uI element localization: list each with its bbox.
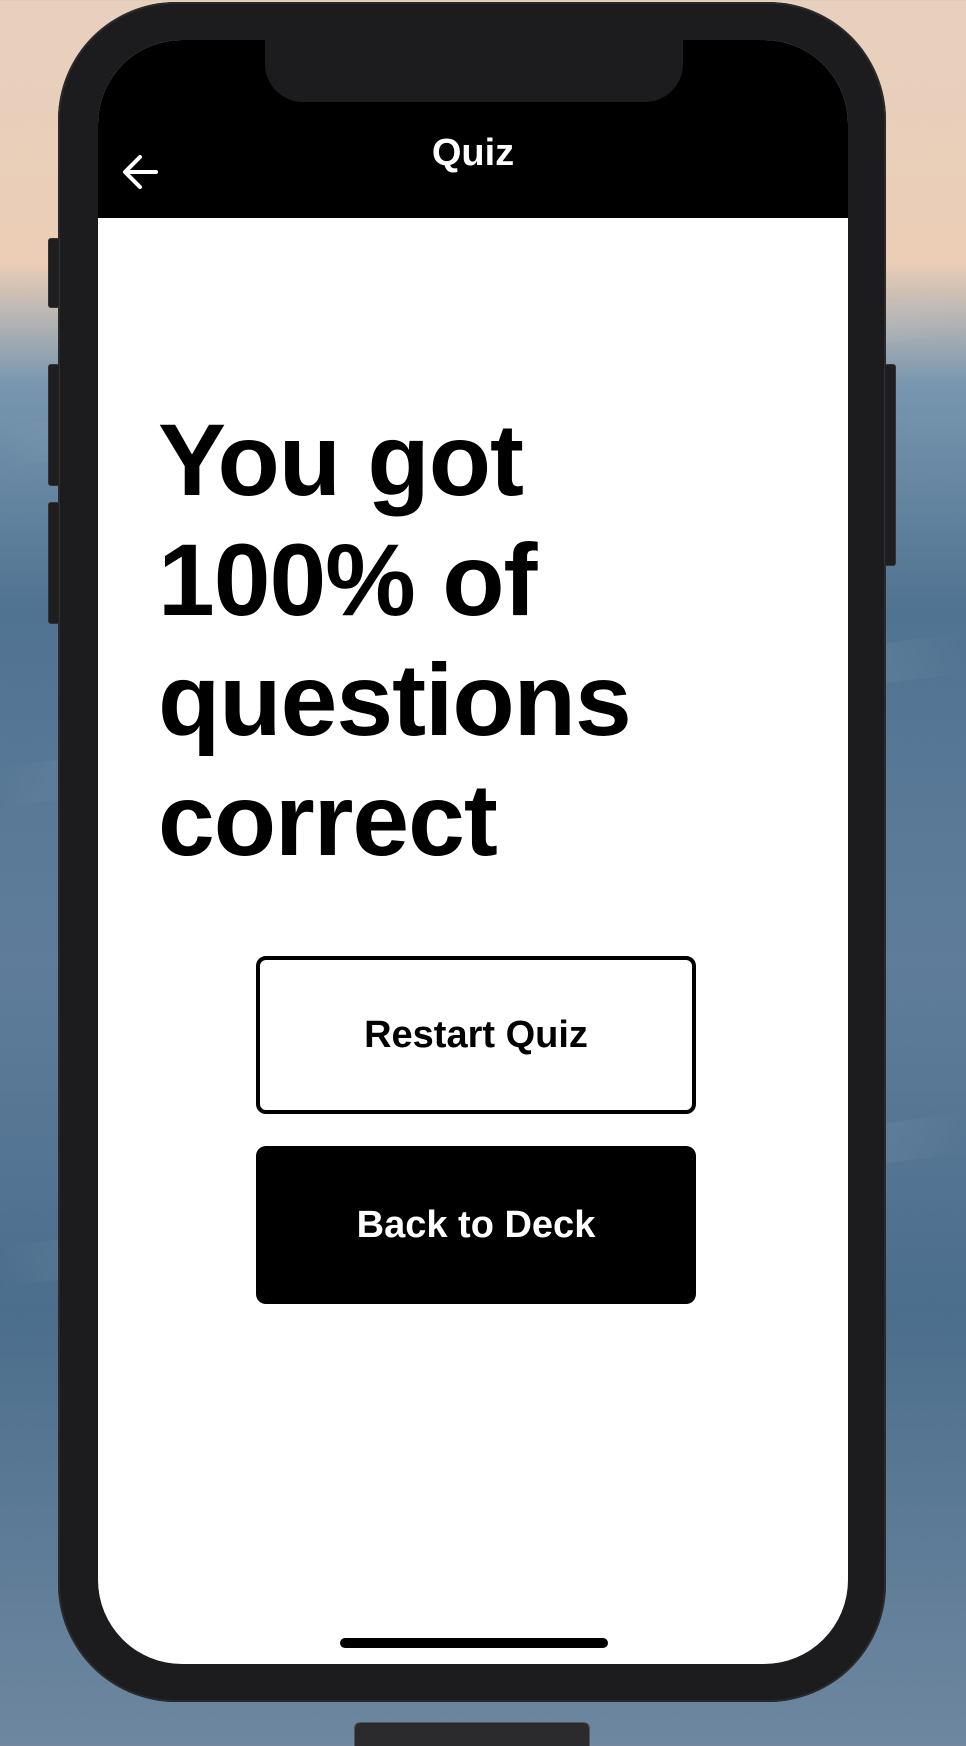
page-title: Quiz [431, 132, 515, 174]
volume-down-button [48, 502, 60, 624]
app-screen: Quiz You got 100% of questions correct R… [98, 40, 848, 1664]
restart-quiz-button[interactable]: Restart Quiz [256, 956, 696, 1114]
volume-up-button [48, 364, 60, 486]
back-to-deck-label: Back to Deck [356, 1203, 596, 1246]
mute-switch [48, 238, 60, 308]
power-button [884, 364, 896, 566]
back-to-deck-button[interactable]: Back to Deck [256, 1146, 696, 1304]
notch [265, 40, 683, 102]
quiz-result-text: You got 100% of questions correct [158, 403, 632, 877]
phone-frame: Quiz You got 100% of questions correct R… [48, 2, 896, 1702]
home-indicator[interactable] [340, 1638, 608, 1648]
restart-quiz-label: Restart Quiz [364, 1013, 588, 1056]
device-label-tab [354, 1722, 590, 1746]
